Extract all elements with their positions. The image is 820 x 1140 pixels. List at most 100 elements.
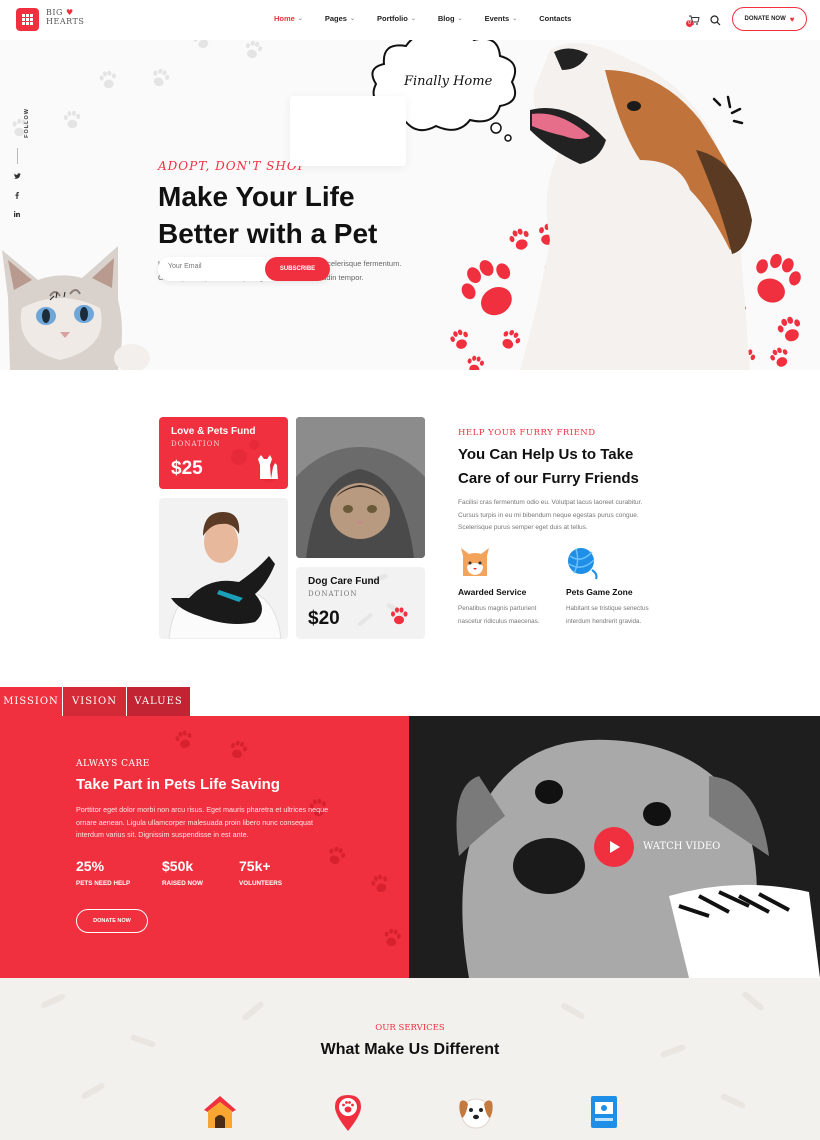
about-text-line3: Scelerisque purus semper eget duis at te…: [458, 524, 588, 531]
mission-title: Take Part in Pets Life Saving: [76, 776, 280, 793]
paw-print-icon: [391, 607, 408, 625]
love-pets-fund-card[interactable]: Love & Pets Fund DONATION $25: [159, 417, 288, 489]
nav-item-blog[interactable]: Blog ⌄: [438, 14, 463, 23]
cat-face-icon: [461, 548, 489, 576]
mission-panel: ALWAYS CARE Take Part in Pets Life Savin…: [0, 716, 409, 978]
bone-pattern-background: [40, 991, 764, 1109]
hero-section: FOLLOW Finally Home ADOPT, DON'T SHOP Ma…: [0, 40, 820, 370]
nav-item-events[interactable]: Events ⌄: [485, 14, 518, 23]
mission-text-line3: interdum varius sit. Dignissim suspendis…: [76, 830, 249, 839]
tab-mission[interactable]: MISSION: [0, 687, 62, 717]
donate-now-button[interactable]: DONATE NOW: [76, 909, 148, 933]
cart-count-badge: 0: [686, 20, 693, 27]
hero-title-line2: Better with a Pet: [158, 218, 378, 249]
menu-grid-icon[interactable]: [16, 8, 39, 31]
follow-divider: [17, 148, 18, 164]
about-text-line1: Facilisi cras fermentum odio eu. Volutpa…: [458, 499, 643, 506]
about-title: You Can Help Us to Take Care of our Furr…: [458, 443, 708, 491]
about-kicker: HELP YOUR FURRY FRIEND: [458, 428, 596, 438]
pet-id-card-icon[interactable]: [588, 1094, 620, 1130]
chevron-down-icon: ⌄: [349, 16, 356, 22]
stat-label: RAISED NOW: [162, 880, 203, 887]
chevron-down-icon: ⌄: [512, 16, 518, 22]
site-logo[interactable]: BIG ♥ HEARTS: [46, 8, 84, 26]
fund-subtitle: DONATION: [171, 440, 221, 448]
nav-label: Portfolio: [377, 14, 408, 23]
hero-title-line1: Make Your Life: [158, 181, 355, 212]
feature-description: Penatibus magnis parturient nascetur rid…: [458, 603, 568, 628]
feature-text-line1: Habitant se tristique senectus: [566, 605, 649, 612]
stat-label: VOLUNTEERS: [239, 880, 283, 887]
play-video-button[interactable]: [594, 827, 634, 867]
chevron-down-icon: ⌄: [410, 16, 416, 22]
dog-image: [520, 42, 752, 370]
twitter-icon[interactable]: [14, 173, 21, 181]
tab-vision[interactable]: VISION: [63, 687, 126, 717]
about-title-line1: You Can Help Us to Take: [458, 446, 634, 463]
dog-care-fund-card[interactable]: Dog Care Fund DONATION $20: [296, 567, 425, 639]
services-kicker: OUR SERVICES: [375, 1023, 445, 1033]
nav-item-pages[interactable]: Pages ⌄: [325, 14, 355, 23]
facebook-icon[interactable]: [15, 192, 19, 201]
search-icon[interactable]: [710, 13, 721, 31]
kitten-image: [2, 246, 150, 370]
mission-text-line2: ornare aenean. Ligula ullamcorper malesu…: [76, 817, 313, 827]
stat-label: PETS NEED HELP: [76, 880, 131, 887]
mission-text-line1: Porttitor eget dolor morbi non arcu risu…: [76, 805, 329, 814]
about-title-line2: Care of our Furry Friends: [458, 470, 639, 487]
stat-value: $50k: [162, 858, 194, 874]
stat-value: 25%: [76, 858, 105, 874]
hero-title: Make Your Life Better with a Pet: [158, 178, 458, 252]
fund-title: Love & Pets Fund: [171, 426, 256, 437]
chevron-down-icon: ⌄: [297, 16, 303, 22]
nav-label: Contacts: [539, 14, 572, 23]
logo-line2: HEARTS: [46, 17, 85, 26]
nav-label: Events: [484, 14, 510, 23]
about-text-line2: Cursus turpis in eu mi bibendum neque eg…: [458, 511, 639, 519]
fund-subtitle: DONATION: [308, 590, 358, 598]
dog-cat-silhouette-icon: [258, 455, 278, 479]
tab-values[interactable]: VALUES: [127, 687, 190, 717]
site-header: BIG ♥ HEARTS Home ⌄ Pages ⌄ Portfolio ⌄ Blo…: [0, 0, 820, 40]
feature-description: Habitant se tristique senectus interdum …: [566, 603, 676, 628]
donate-label: DONATE NOW: [744, 16, 786, 22]
mission-kicker: ALWAYS CARE: [76, 759, 150, 769]
donate-now-button[interactable]: DONATE NOW ♥: [732, 7, 807, 31]
heart-icon: ♥: [65, 8, 74, 17]
feature-text-line1: Penatibus magnis parturient: [458, 605, 537, 612]
mission-description: Porttitor eget dolor morbi non arcu risu…: [76, 804, 356, 842]
fund-amount: $20: [308, 608, 340, 629]
excitement-marks: [712, 95, 744, 125]
email-placeholder: Your Email: [168, 263, 202, 270]
feature-title: Awarded Service: [458, 587, 527, 597]
feature-text-line2: nascetur ridiculus maecenas.: [458, 617, 540, 625]
nav-label: Pages: [324, 14, 347, 23]
man-with-dog-image: [159, 498, 288, 639]
watch-video-label[interactable]: WATCH VIDEO: [643, 841, 720, 852]
services-title: What Make Us Different: [320, 1041, 500, 1058]
thought-bubble-text: Finally Home: [404, 74, 493, 89]
logo-line1: BIG: [46, 8, 63, 17]
stat-value: 75k+: [239, 858, 271, 874]
hero-kicker: ADOPT, DON'T SHOP: [158, 159, 307, 173]
services-section: OUR SERVICES What Make Us Different: [0, 978, 820, 1140]
chevron-down-icon: ⌄: [457, 16, 463, 22]
follow-label: FOLLOW: [23, 108, 30, 138]
subscribe-button[interactable]: SUBSCRIBE: [265, 257, 330, 281]
main-nav: Home ⌄ Pages ⌄ Portfolio ⌄ Blog ⌄ Events ⌄ Co…: [274, 14, 593, 23]
dog-face-icon[interactable]: [458, 1094, 494, 1130]
fund-title: Dog Care Fund: [308, 576, 380, 587]
fund-amount: $25: [171, 458, 203, 479]
nav-item-home[interactable]: Home ⌄: [274, 14, 303, 23]
dog-house-icon[interactable]: [202, 1094, 238, 1130]
nav-item-portfolio[interactable]: Portfolio ⌄: [377, 14, 416, 23]
paw-pattern-background: [173, 729, 402, 948]
about-description: Facilisi cras fermentum odio eu. Volutpa…: [458, 497, 698, 535]
location-pin-paw-icon[interactable]: [333, 1093, 363, 1131]
service-card-active[interactable]: [290, 96, 406, 166]
nav-label: Blog: [437, 14, 455, 23]
linkedin-icon[interactable]: [13, 211, 20, 219]
nav-item-contacts[interactable]: Contacts: [539, 14, 571, 23]
play-icon: [610, 841, 620, 853]
nav-label: Home: [274, 14, 295, 23]
